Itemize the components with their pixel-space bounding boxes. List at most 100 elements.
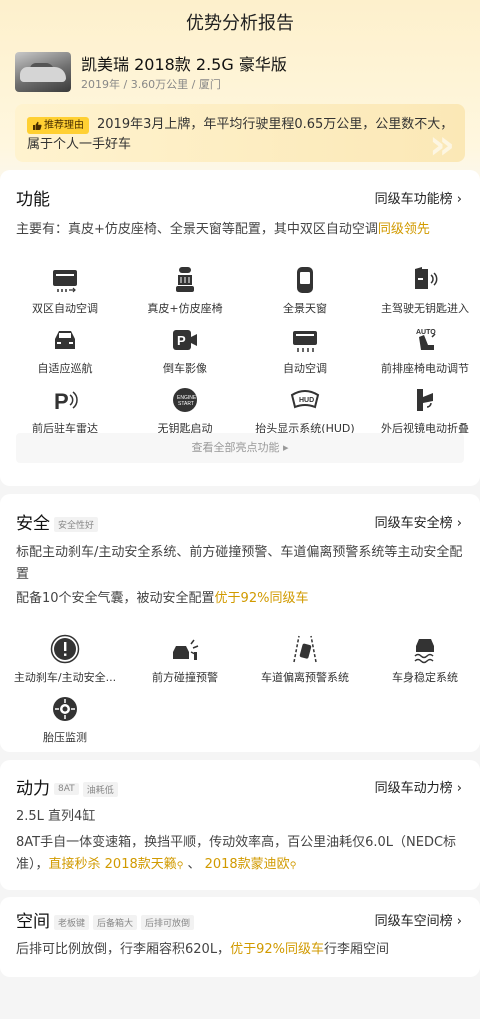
- safety-airbag-text: 配备10个安全气囊，被动安全配置: [16, 591, 215, 606]
- chevron-right-icon: ›: [456, 914, 462, 929]
- panoramic-sunroof-icon: [297, 267, 313, 293]
- feature-item[interactable]: P 前后驻车雷达: [5, 385, 125, 436]
- features-title: 功能: [16, 190, 50, 210]
- space-rank-link[interactable]: 同级车空间榜 ›: [375, 910, 462, 929]
- leather-seat-icon: [176, 267, 194, 292]
- power-title: 动力: [16, 779, 50, 799]
- safety-label: 胎压监测: [43, 731, 87, 744]
- lane-departure-icon: [293, 635, 317, 663]
- car-thumbnail[interactable]: [15, 52, 71, 92]
- chevron-right-icon: ›: [456, 781, 462, 796]
- feature-label: 前排座椅电动调节: [381, 362, 469, 375]
- features-card: 功能 同级车功能榜 › 主要有：真皮+仿皮座椅、全景天窗等配置，其中双区自动空调…: [0, 170, 480, 486]
- features-rank-link[interactable]: 同级车功能榜 ›: [375, 188, 462, 207]
- space-desc-highlight: 优于92%同级车: [230, 942, 324, 957]
- compare-link-mondeo-label: 2018款蒙迪欧: [204, 857, 290, 872]
- car-name: 凯美瑞 2018款 2.5G 豪华版: [81, 55, 287, 74]
- collision-warning-icon: [173, 639, 199, 660]
- space-tag: 后备箱大: [93, 914, 138, 930]
- feature-item[interactable]: 主驾驶无钥匙进入: [365, 265, 480, 316]
- parking-radar-icon: P: [54, 389, 78, 414]
- safety-tag: 安全性好: [54, 516, 99, 532]
- dual-zone-ac-icon: [53, 270, 77, 293]
- feature-label: 自动空调: [283, 362, 327, 375]
- features-desc: 主要有：真皮+仿皮座椅、全景天窗等配置，其中双区自动空调同级领先: [16, 219, 466, 241]
- svg-text:P: P: [177, 333, 186, 348]
- chevron-right-icon: ›: [456, 192, 462, 207]
- safety-desc: 标配主动刹车/主动安全系统、前方碰撞预警、车道偏离预警系统等主动安全配置: [16, 545, 463, 582]
- compare-link-teana-label: 直接秒杀 2018款天籁: [48, 857, 177, 872]
- safety-title-row: 安全 安全性好: [16, 509, 99, 534]
- folding-mirror-icon: [417, 389, 433, 411]
- space-title-row: 空间 老板键 后备箱大 后排可放倒: [16, 907, 195, 932]
- power-desc: 8AT手自一体变速箱，换挡平顺，传动效率高，百公里油耗仅6.0L（NEDC标准）…: [16, 832, 466, 877]
- feature-item[interactable]: P 倒车影像: [125, 325, 245, 376]
- safety-label: 主动刹车/主动安全...: [13, 671, 117, 684]
- stability-control-icon: [414, 639, 434, 664]
- power-desc-separator: 、: [183, 857, 205, 872]
- safety-item[interactable]: 主动刹车/主动安全...: [5, 634, 125, 685]
- adaptive-cruise-icon: [55, 331, 75, 349]
- chevron-right-icon: ›: [456, 516, 462, 531]
- recommend-reason-box: » 2019年3月上牌，年平均行驶里程0.65万公里，公里数不大，属于个人一手好…: [15, 104, 465, 162]
- feature-item[interactable]: 全景天窗: [245, 265, 365, 316]
- recommend-reason-tag-label: 推荐理由: [44, 120, 84, 131]
- power-card: 动力 8AT 油耗低 同级车动力榜 › 2.5L 直列4缸 8AT手自一体变速箱，换…: [0, 760, 480, 890]
- safety-item[interactable]: 胎压监测: [5, 694, 125, 745]
- features-desc-text: 主要有：真皮+仿皮座椅、全景天窗等配置，其中双区自动空调: [16, 222, 378, 237]
- page-title: 优势分析报告: [186, 13, 294, 34]
- safety-item[interactable]: 前方碰撞预警: [125, 634, 245, 685]
- keyless-entry-icon: [415, 267, 438, 289]
- auto-ac-icon: [293, 331, 317, 352]
- recommend-reason-tag: 推荐理由: [27, 117, 89, 134]
- feature-item[interactable]: 自动空调: [245, 325, 365, 376]
- features-desc-highlight: 同级领先: [377, 222, 430, 237]
- view-all-features-button[interactable]: 查看全部亮点功能 ▸: [16, 433, 464, 463]
- feature-item[interactable]: HUD 抬头显示系统(HUD): [245, 385, 365, 436]
- power-rank-link-label: 同级车动力榜: [374, 781, 453, 796]
- compare-link-mondeo[interactable]: 2018款蒙迪欧⚲: [205, 857, 297, 872]
- svg-text:HUD: HUD: [299, 397, 314, 404]
- space-desc: 后排可比例放倒，行李厢容积620L，优于92%同级车行李厢空间: [16, 939, 466, 961]
- svg-text:START: START: [178, 401, 194, 407]
- space-desc-suffix: 行李厢空间: [323, 942, 389, 957]
- feature-item[interactable]: 自适应巡航: [5, 325, 125, 376]
- space-card: 空间 老板键 后备箱大 后排可放倒 同级车空间榜 › 后排可比例放倒，行李厢容积620…: [0, 897, 480, 977]
- power-seat-icon: AUTO: [416, 329, 436, 350]
- space-tag: 后排可放倒: [141, 914, 195, 930]
- power-engine: 2.5L 直列4缸: [16, 809, 96, 824]
- safety-item[interactable]: 车身稳定系统: [365, 634, 480, 685]
- space-title: 空间: [16, 912, 50, 932]
- safety-card: 安全 安全性好 同级车安全榜 › 标配主动刹车/主动安全系统、前方碰撞预警、车道偏…: [0, 494, 480, 752]
- features-rank-link-label: 同级车功能榜: [374, 192, 453, 207]
- feature-item[interactable]: AUTO 前排座椅电动调节: [365, 325, 480, 376]
- safety-rank-link[interactable]: 同级车安全榜 ›: [375, 512, 462, 531]
- feature-item[interactable]: 外后视镜电动折叠: [365, 385, 480, 436]
- safety-title: 安全: [16, 514, 50, 534]
- feature-item[interactable]: 真皮+仿皮座椅: [125, 265, 245, 316]
- feature-item[interactable]: 双区自动空调: [5, 265, 125, 316]
- car-meta: 2019年 / 3.60万公里 / 厦门: [81, 78, 221, 91]
- safety-label: 车身稳定系统: [392, 671, 458, 684]
- svg-text:P: P: [54, 389, 69, 414]
- compare-link-teana[interactable]: 直接秒杀 2018款天籁⚲: [49, 857, 184, 872]
- safety-label: 车道偏离预警系统: [261, 671, 349, 684]
- safety-label: 前方碰撞预警: [152, 671, 218, 684]
- feature-label: 双区自动空调: [32, 302, 98, 315]
- safety-item[interactable]: 车道偏离预警系统: [245, 634, 365, 685]
- active-brake-icon: [50, 634, 80, 664]
- power-tag: 8AT: [54, 783, 79, 795]
- space-rank-link-label: 同级车空间榜: [374, 914, 453, 929]
- safety-airbag-highlight: 优于92%同级车: [214, 591, 309, 606]
- push-start-icon: ENGINESTART: [173, 388, 197, 412]
- reverse-camera-icon: P: [173, 330, 197, 350]
- safety-rank-link-label: 同级车安全榜: [374, 516, 453, 531]
- power-rank-link[interactable]: 同级车动力榜 ›: [375, 777, 462, 796]
- search-icon: ⚲: [289, 861, 297, 871]
- feature-item[interactable]: ENGINE START 无钥匙启动: [125, 385, 245, 436]
- feature-label: 真皮+仿皮座椅: [147, 302, 223, 315]
- safety-airbag-desc: 配备10个安全气囊，被动安全配置优于92%同级车: [16, 588, 466, 610]
- space-desc-text: 后排可比例放倒，行李厢容积620L，: [16, 942, 231, 957]
- hud-icon: HUD: [290, 390, 320, 409]
- power-tag: 油耗低: [82, 781, 118, 797]
